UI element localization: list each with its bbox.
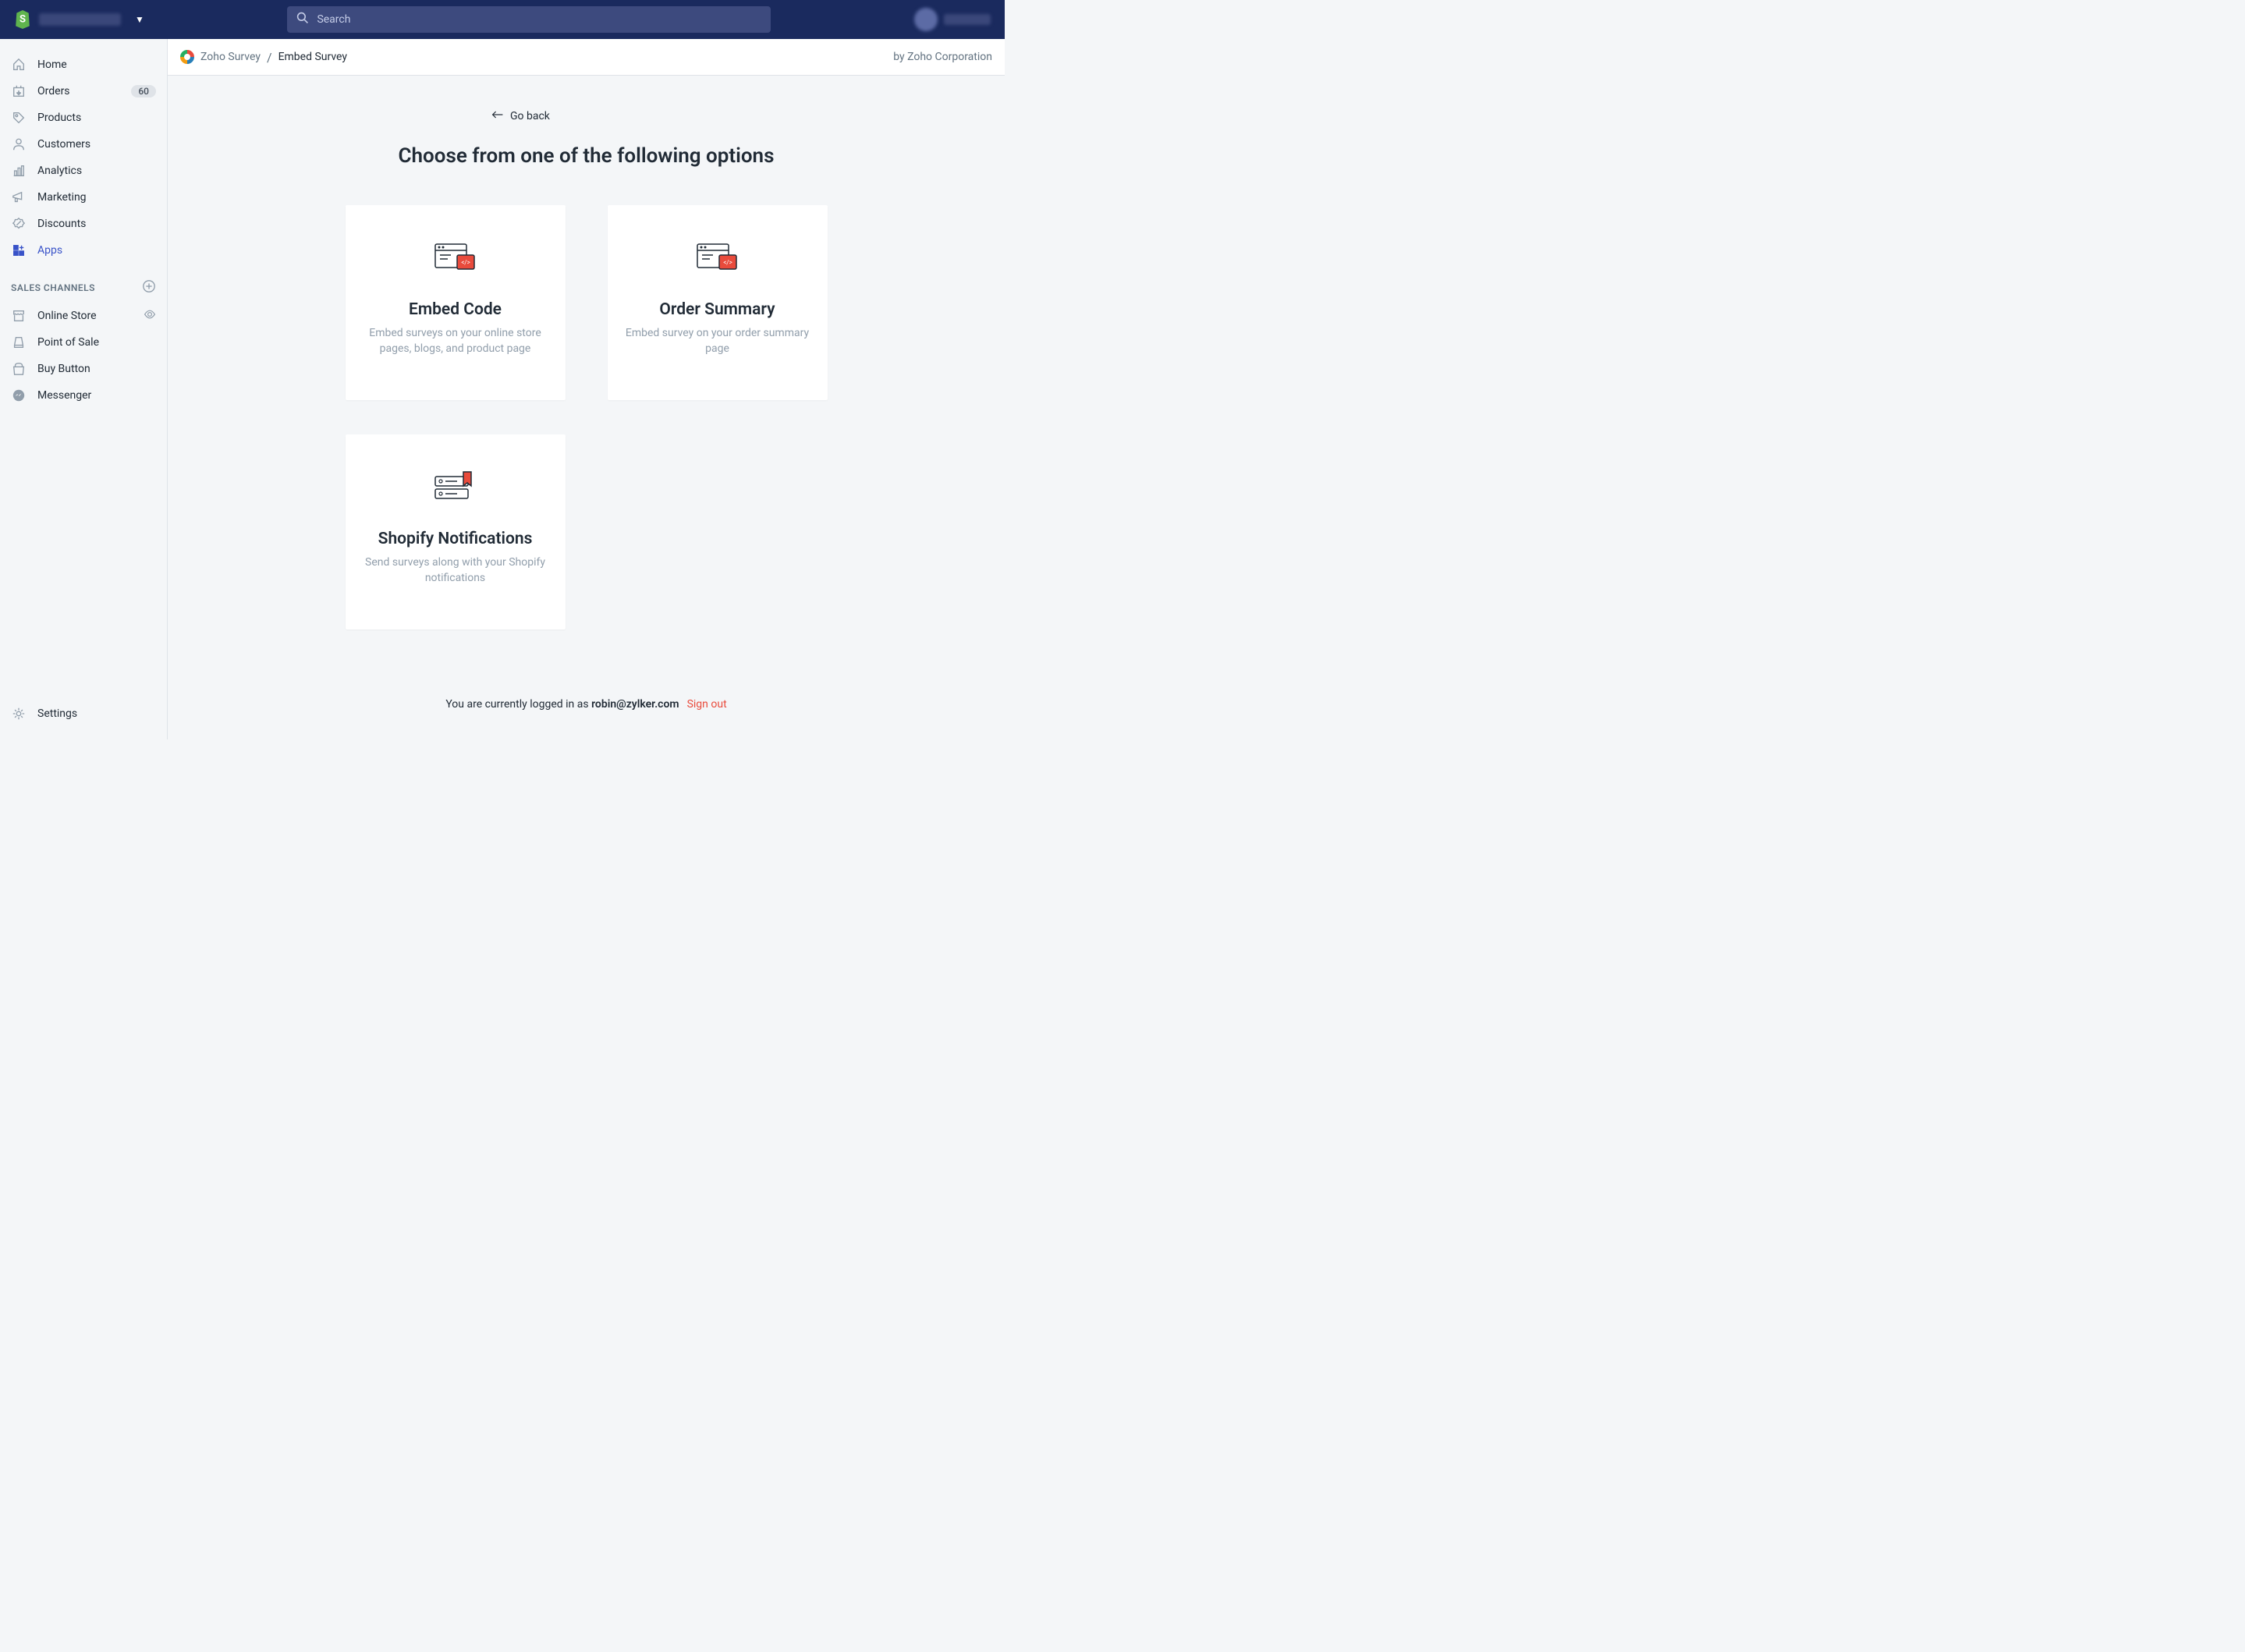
zoho-survey-icon — [180, 50, 194, 64]
customers-icon — [11, 136, 27, 152]
breadcrumb-author: by Zoho Corporation — [893, 51, 992, 63]
footer-email: robin@zylker.com — [591, 698, 679, 711]
card-desc: Embed surveys on your online store pages… — [363, 325, 548, 357]
sidebar-item-label: Discounts — [37, 218, 156, 230]
home-icon — [11, 57, 27, 73]
breadcrumb: Zoho Survey / Embed Survey by Zoho Corpo… — [168, 39, 1005, 76]
sidebar-item-label: Apps — [37, 244, 156, 257]
section-label: SALES CHANNELS — [11, 282, 95, 293]
sidebar: Home Orders 60 Products Customers Analyt… — [0, 39, 168, 739]
options-grid: </> Embed Code Embed surveys on your onl… — [168, 205, 1005, 629]
store-icon — [11, 308, 27, 324]
sidebar-item-label: Settings — [37, 707, 156, 720]
breadcrumb-separator: / — [267, 50, 272, 65]
footer-login-info: You are currently logged in as robin@zyl… — [168, 698, 1005, 711]
search-box[interactable] — [287, 6, 771, 33]
sidebar-item-label: Marketing — [37, 191, 156, 204]
sidebar-item-label: Analytics — [37, 165, 156, 177]
settings-icon — [11, 706, 27, 721]
username-blurred — [944, 14, 991, 25]
card-desc: Embed survey on your order summary page — [625, 325, 810, 357]
chevron-down-icon: ▼ — [135, 14, 144, 25]
sidebar-item-label: Products — [37, 112, 156, 124]
card-shopify-notifications[interactable]: Shopify Notifications Send surveys along… — [346, 434, 566, 629]
sidebar-item-analytics[interactable]: Analytics — [0, 158, 167, 184]
sidebar-channel-online-store[interactable]: Online Store — [0, 303, 167, 329]
sidebar-item-discounts[interactable]: Discounts — [0, 211, 167, 237]
store-switcher[interactable]: ▼ — [14, 10, 144, 29]
buy-button-icon — [11, 361, 27, 377]
discounts-icon — [11, 216, 27, 232]
sidebar-item-settings[interactable]: Settings — [0, 700, 167, 727]
apps-icon — [11, 243, 27, 258]
embed-code-icon: </> — [434, 241, 477, 272]
top-bar: ▼ — [0, 0, 1005, 39]
avatar — [914, 8, 938, 31]
arrow-left-icon — [491, 110, 504, 122]
store-name-blurred — [39, 13, 121, 26]
sidebar-item-label: Orders — [37, 85, 120, 97]
orders-icon — [11, 83, 27, 99]
sidebar-item-home[interactable]: Home — [0, 51, 167, 78]
products-icon — [11, 110, 27, 126]
pos-icon — [11, 335, 27, 350]
go-back-label: Go back — [510, 110, 550, 122]
order-summary-icon: </> — [696, 241, 739, 272]
main-content: Zoho Survey / Embed Survey by Zoho Corpo… — [168, 39, 1005, 739]
sales-channels-header: SALES CHANNELS — [0, 264, 167, 303]
svg-text:</>: </> — [461, 259, 470, 266]
card-order-summary[interactable]: </> Order Summary Embed survey on your o… — [608, 205, 828, 400]
user-menu[interactable] — [914, 8, 991, 31]
sidebar-item-customers[interactable]: Customers — [0, 131, 167, 158]
eye-icon[interactable] — [144, 308, 156, 324]
analytics-icon — [11, 163, 27, 179]
search-icon — [296, 12, 309, 27]
sidebar-channel-buy-button[interactable]: Buy Button — [0, 356, 167, 382]
card-desc: Send surveys along with your Shopify not… — [363, 555, 548, 587]
sidebar-item-apps[interactable]: Apps — [0, 237, 167, 264]
marketing-icon — [11, 190, 27, 205]
sidebar-item-label: Buy Button — [37, 363, 156, 375]
page-title: Choose from one of the following options — [168, 144, 1005, 168]
add-channel-icon[interactable] — [142, 279, 156, 296]
content-area: Go back Choose from one of the following… — [168, 76, 1005, 739]
sign-out-link[interactable]: Sign out — [687, 698, 727, 711]
sidebar-channel-messenger[interactable]: Messenger — [0, 382, 167, 409]
go-back-button[interactable]: Go back — [491, 110, 550, 122]
svg-text:</>: </> — [723, 259, 732, 266]
breadcrumb-app[interactable]: Zoho Survey — [200, 51, 261, 63]
breadcrumb-current: Embed Survey — [278, 51, 347, 63]
card-title: Shopify Notifications — [378, 530, 533, 548]
card-embed-code[interactable]: </> Embed Code Embed surveys on your onl… — [346, 205, 566, 400]
card-title: Order Summary — [659, 300, 775, 319]
messenger-icon — [11, 388, 27, 403]
footer-prefix: You are currently logged in as — [445, 698, 591, 711]
orders-badge: 60 — [131, 85, 156, 97]
sidebar-item-marketing[interactable]: Marketing — [0, 184, 167, 211]
sidebar-item-label: Home — [37, 58, 156, 71]
sidebar-item-label: Online Store — [37, 310, 133, 322]
sidebar-item-label: Point of Sale — [37, 336, 156, 349]
card-title: Embed Code — [409, 300, 502, 319]
sidebar-item-products[interactable]: Products — [0, 105, 167, 131]
notifications-icon — [434, 470, 477, 502]
sidebar-item-label: Messenger — [37, 389, 156, 402]
sidebar-item-orders[interactable]: Orders 60 — [0, 78, 167, 105]
shopify-logo-icon — [14, 10, 31, 29]
sidebar-item-label: Customers — [37, 138, 156, 151]
search-input[interactable] — [317, 13, 761, 26]
sidebar-channel-pos[interactable]: Point of Sale — [0, 329, 167, 356]
